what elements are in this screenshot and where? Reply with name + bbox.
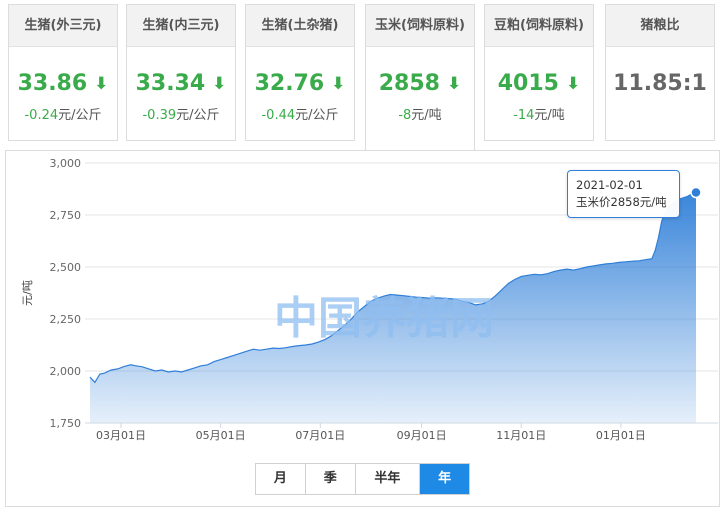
card-change-unit: 元/吨	[411, 108, 442, 123]
arrow-down-icon: ⬇	[446, 74, 462, 94]
card-price: 4015 ⬇	[485, 71, 593, 96]
card-price-value: 4015	[497, 71, 559, 96]
y-tick-label: 2,000	[50, 365, 82, 378]
card-price-value: 33.86	[17, 71, 88, 96]
card-title: 猪粮比	[606, 5, 714, 47]
card-price: 32.76 ⬇	[246, 71, 354, 96]
card-price-value: 33.34	[135, 71, 206, 96]
price-card[interactable]: 玉米(饲料原料) 2858 ⬇ -8元/吨	[365, 4, 475, 150]
card-change: -8元/吨	[366, 104, 474, 123]
price-card[interactable]: 猪粮比 11.85:1	[605, 4, 715, 141]
tooltip-value: 玉米价2858元/吨	[576, 195, 667, 209]
y-axis-label: 元/吨	[21, 280, 34, 306]
card-change-unit: 元/公斤	[176, 108, 220, 123]
card-change: -14元/吨	[485, 104, 593, 123]
card-price-value: 11.85:1	[613, 71, 707, 96]
x-tick-label: 03月01日	[96, 429, 146, 442]
watermark: 中国养猪网	[274, 293, 494, 344]
card-price: 11.85:1	[606, 71, 714, 96]
arrow-down-icon: ⬇	[331, 74, 346, 94]
price-card[interactable]: 生猪(内三元) 33.34 ⬇ -0.39元/公斤	[126, 4, 236, 141]
card-change-unit: 元/公斤	[58, 108, 102, 123]
card-change: -0.24元/公斤	[9, 104, 117, 123]
card-title: 生猪(土杂猪)	[246, 5, 354, 47]
card-title: 生猪(内三元)	[127, 5, 235, 47]
price-cards: 生猪(外三元) 33.86 ⬇ -0.24元/公斤 生猪(内三元) 33.34 ⬇ -0.39…	[8, 4, 720, 150]
card-change-value: -0.24	[24, 108, 59, 123]
card-price: 33.34 ⬇	[127, 71, 235, 96]
arrow-down-icon: ⬇	[212, 74, 227, 94]
card-change-unit: 元/公斤	[295, 108, 339, 123]
x-tick-label: 07月01日	[295, 429, 345, 442]
card-price: 33.86 ⬇	[9, 71, 117, 96]
price-card[interactable]: 豆粕(饲料原料) 4015 ⬇ -14元/吨	[484, 4, 594, 141]
arrow-down-icon: ⬇	[94, 74, 109, 94]
card-price-value: 32.76	[254, 71, 325, 96]
card-change-value: -14	[513, 108, 535, 123]
card-price: 2858 ⬇	[366, 71, 474, 96]
tooltip-date: 2021-02-01	[576, 178, 643, 192]
y-tick-label: 2,250	[50, 313, 82, 326]
y-tick-label: 1,750	[50, 417, 82, 430]
card-price-value: 2858	[378, 71, 440, 96]
range-button[interactable]: 半年	[356, 464, 421, 494]
card-change-unit: 元/吨	[534, 108, 565, 123]
card-change: -0.39元/公斤	[127, 104, 235, 123]
y-tick-label: 3,000	[50, 157, 82, 170]
card-change-value: -0.39	[142, 108, 177, 123]
x-tick-label: 05月01日	[196, 429, 246, 442]
card-change: -0.44元/公斤	[246, 104, 354, 123]
x-tick-label: 11月01日	[496, 429, 546, 442]
highlight-point	[690, 186, 702, 199]
price-card[interactable]: 生猪(土杂猪) 32.76 ⬇ -0.44元/公斤	[245, 4, 355, 141]
card-title: 豆粕(饲料原料)	[485, 5, 593, 47]
card-title: 玉米(饲料原料)	[366, 5, 474, 47]
range-button[interactable]: 年	[420, 464, 470, 494]
card-change-value: -0.44	[261, 108, 296, 123]
range-toggle: 月季半年年	[255, 463, 470, 495]
card-change-value: -8	[398, 108, 412, 123]
price-card[interactable]: 生猪(外三元) 33.86 ⬇ -0.24元/公斤	[8, 4, 118, 141]
range-button[interactable]: 月	[256, 464, 306, 494]
x-tick-label: 01月01日	[596, 429, 646, 442]
y-tick-label: 2,500	[50, 261, 82, 274]
y-tick-label: 2,750	[50, 209, 82, 222]
range-button[interactable]: 季	[306, 464, 356, 494]
x-tick-label: 09月01日	[397, 429, 447, 442]
card-title: 生猪(外三元)	[9, 5, 117, 47]
arrow-down-icon: ⬇	[565, 74, 581, 94]
chart-tooltip: 2021-02-01 玉米价2858元/吨	[567, 170, 680, 218]
